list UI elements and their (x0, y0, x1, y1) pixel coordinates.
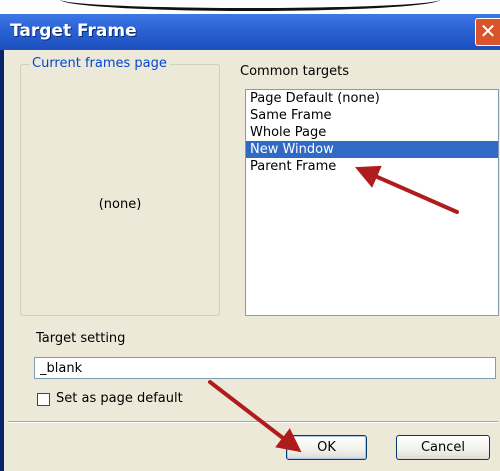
list-item-new-window[interactable]: New Window (246, 141, 498, 158)
target-frame-dialog: Target Frame ✕ Current frames page (none… (0, 14, 500, 471)
target-setting-label: Target setting (36, 331, 126, 346)
common-targets-label: Common targets (240, 64, 349, 79)
current-frames-legend: Current frames page (29, 56, 170, 71)
scribble-mark (60, 0, 440, 11)
target-setting-input[interactable] (34, 357, 496, 379)
list-item-page-default[interactable]: Page Default (none) (246, 90, 498, 107)
top-strip (0, 0, 500, 14)
cancel-button[interactable]: Cancel (396, 435, 490, 460)
ok-button[interactable]: OK (286, 435, 367, 460)
page-default-label[interactable]: Set as page default (56, 391, 183, 406)
title-bar[interactable]: Target Frame ✕ (0, 14, 500, 50)
dialog-client: Current frames page (none) Common target… (4, 50, 500, 471)
checkbox-icon[interactable] (37, 393, 50, 406)
list-item-parent-frame[interactable]: Parent Frame (246, 158, 498, 175)
separator (8, 421, 498, 423)
dialog-title: Target Frame (10, 21, 137, 41)
list-item-whole-page[interactable]: Whole Page (246, 124, 498, 141)
current-frames-group: Current frames page (none) (20, 56, 220, 316)
current-frames-value: (none) (98, 197, 142, 212)
common-targets-list[interactable]: Page Default (none) Same Frame Whole Pag… (245, 89, 499, 316)
close-icon[interactable]: ✕ (475, 18, 500, 46)
list-item-same-frame[interactable]: Same Frame (246, 107, 498, 124)
